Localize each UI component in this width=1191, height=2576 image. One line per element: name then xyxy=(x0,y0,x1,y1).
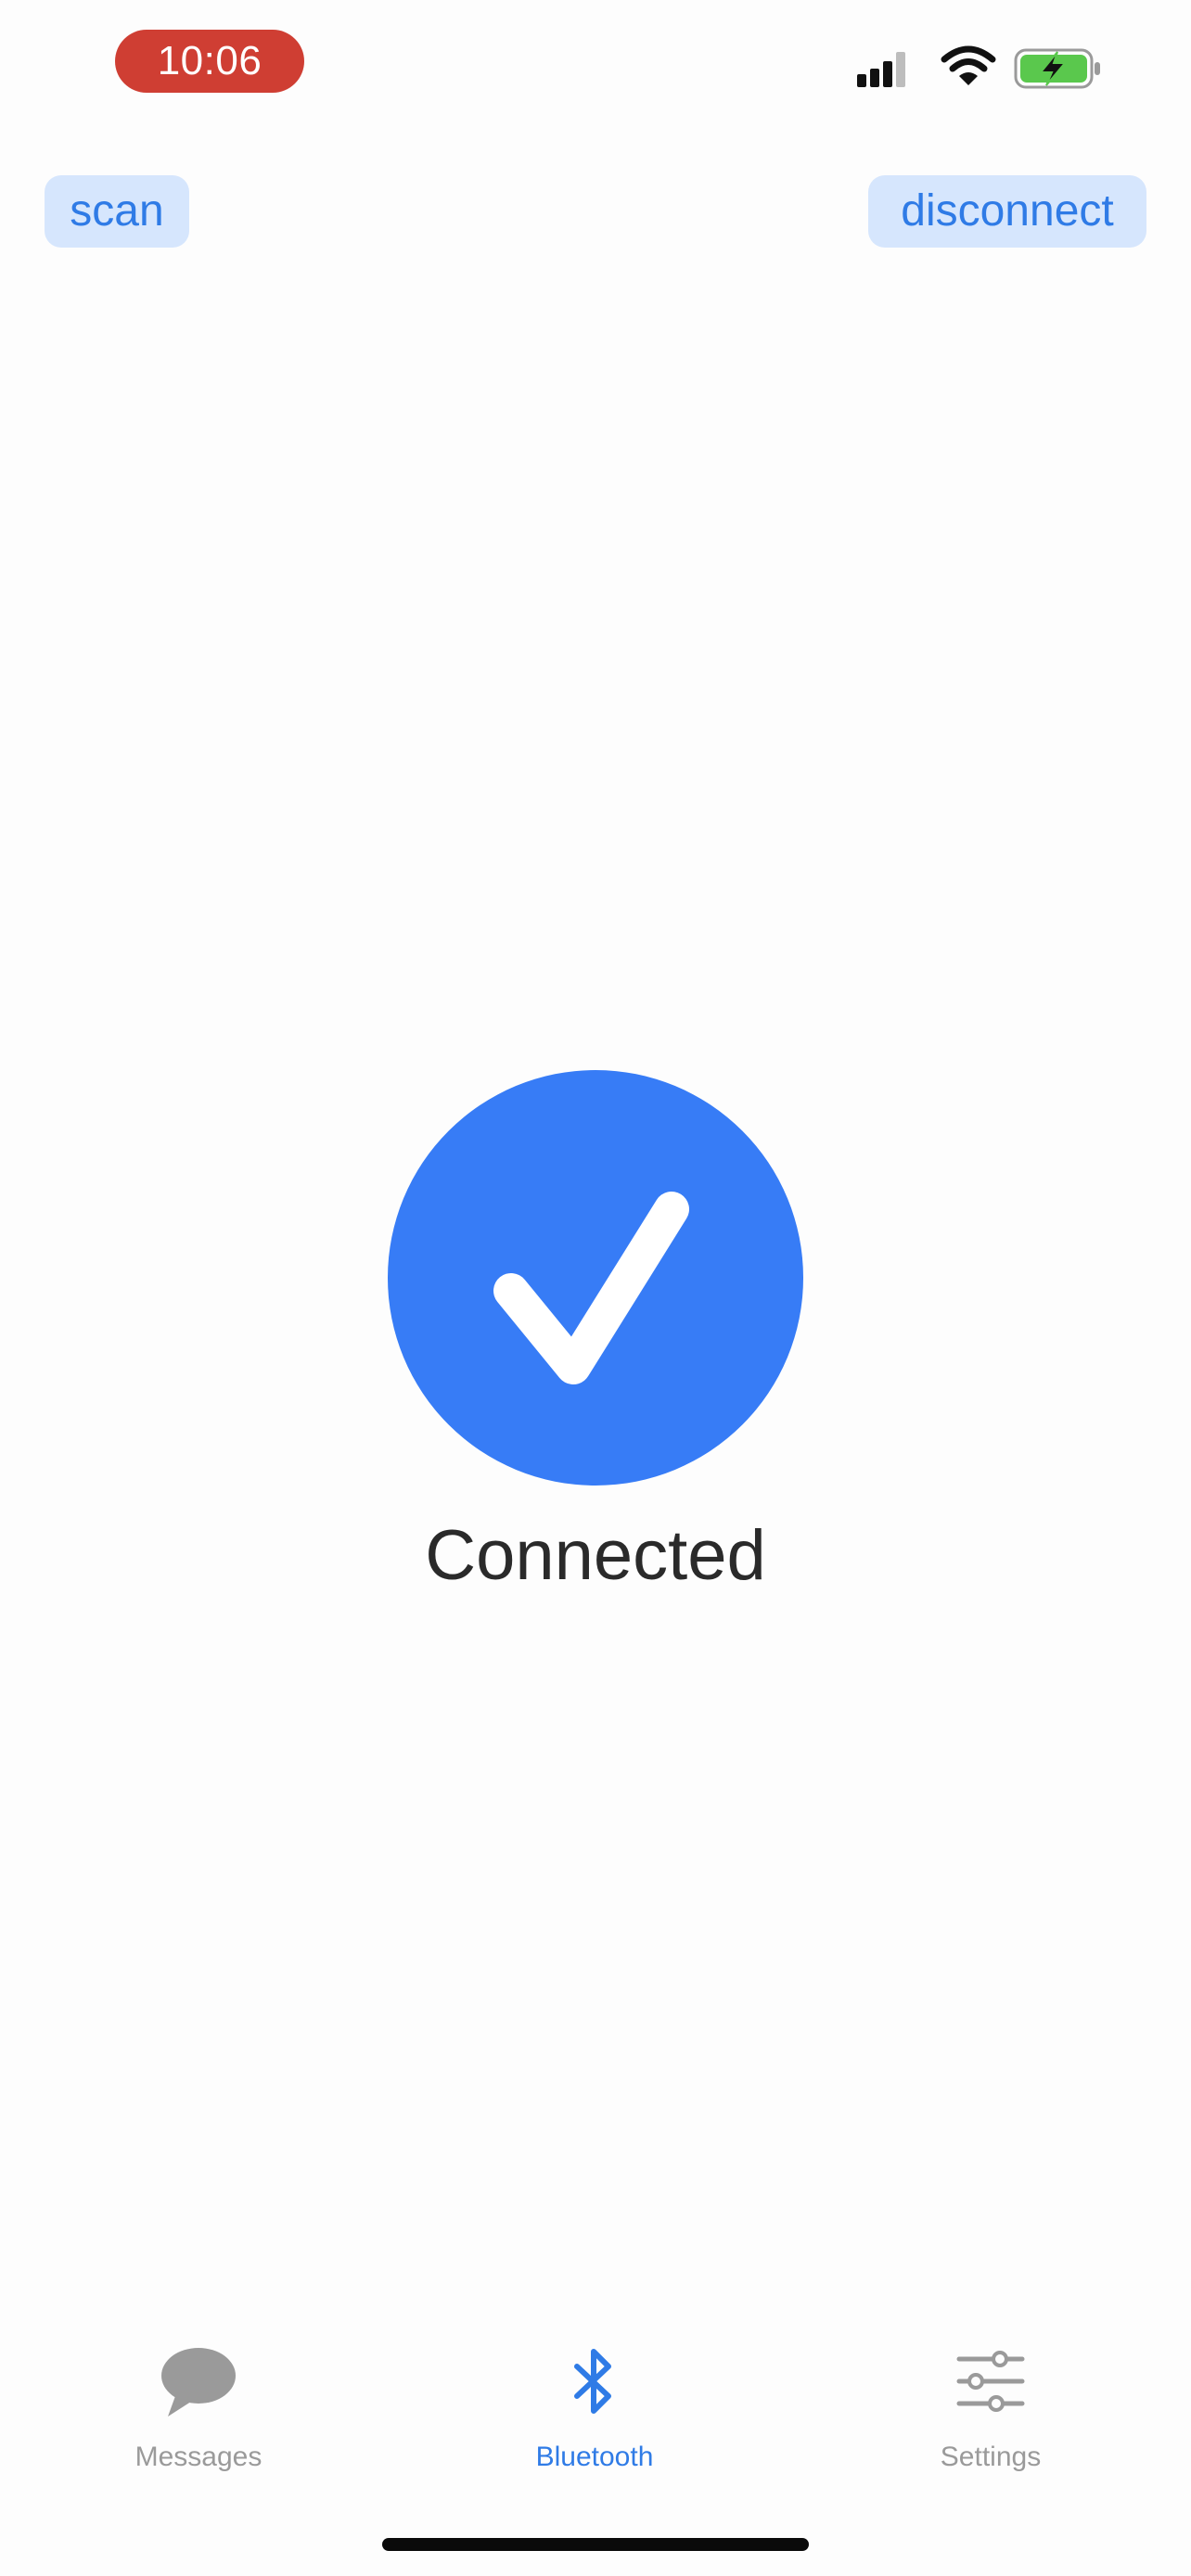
tab-messages[interactable]: Messages xyxy=(87,2346,310,2485)
tab-settings-label: Settings xyxy=(940,2442,1042,2472)
sliders-icon xyxy=(956,2351,1025,2412)
tab-bluetooth-label: Bluetooth xyxy=(535,2442,654,2472)
status-time: 10:06 xyxy=(115,30,304,93)
cellular-signal-icon xyxy=(857,52,905,87)
tab-messages-label: Messages xyxy=(134,2442,263,2472)
screen: 10:06 scan disconnect Connected Messages… xyxy=(0,0,1191,2576)
tab-settings[interactable]: Settings xyxy=(879,2346,1102,2485)
tab-bluetooth[interactable]: Bluetooth xyxy=(483,2346,706,2485)
checkmark-circle-icon xyxy=(388,1070,803,1486)
scan-button[interactable]: scan xyxy=(45,175,189,248)
speech-bubble-icon xyxy=(161,2348,236,2417)
battery-charging-icon xyxy=(1014,48,1100,89)
bluetooth-icon xyxy=(574,2349,611,2414)
connection-status-label: Connected xyxy=(425,1516,766,1595)
home-indicator[interactable] xyxy=(382,2538,809,2551)
disconnect-button[interactable]: disconnect xyxy=(868,175,1146,248)
wifi-icon xyxy=(941,45,996,85)
status-icons xyxy=(853,39,1104,95)
